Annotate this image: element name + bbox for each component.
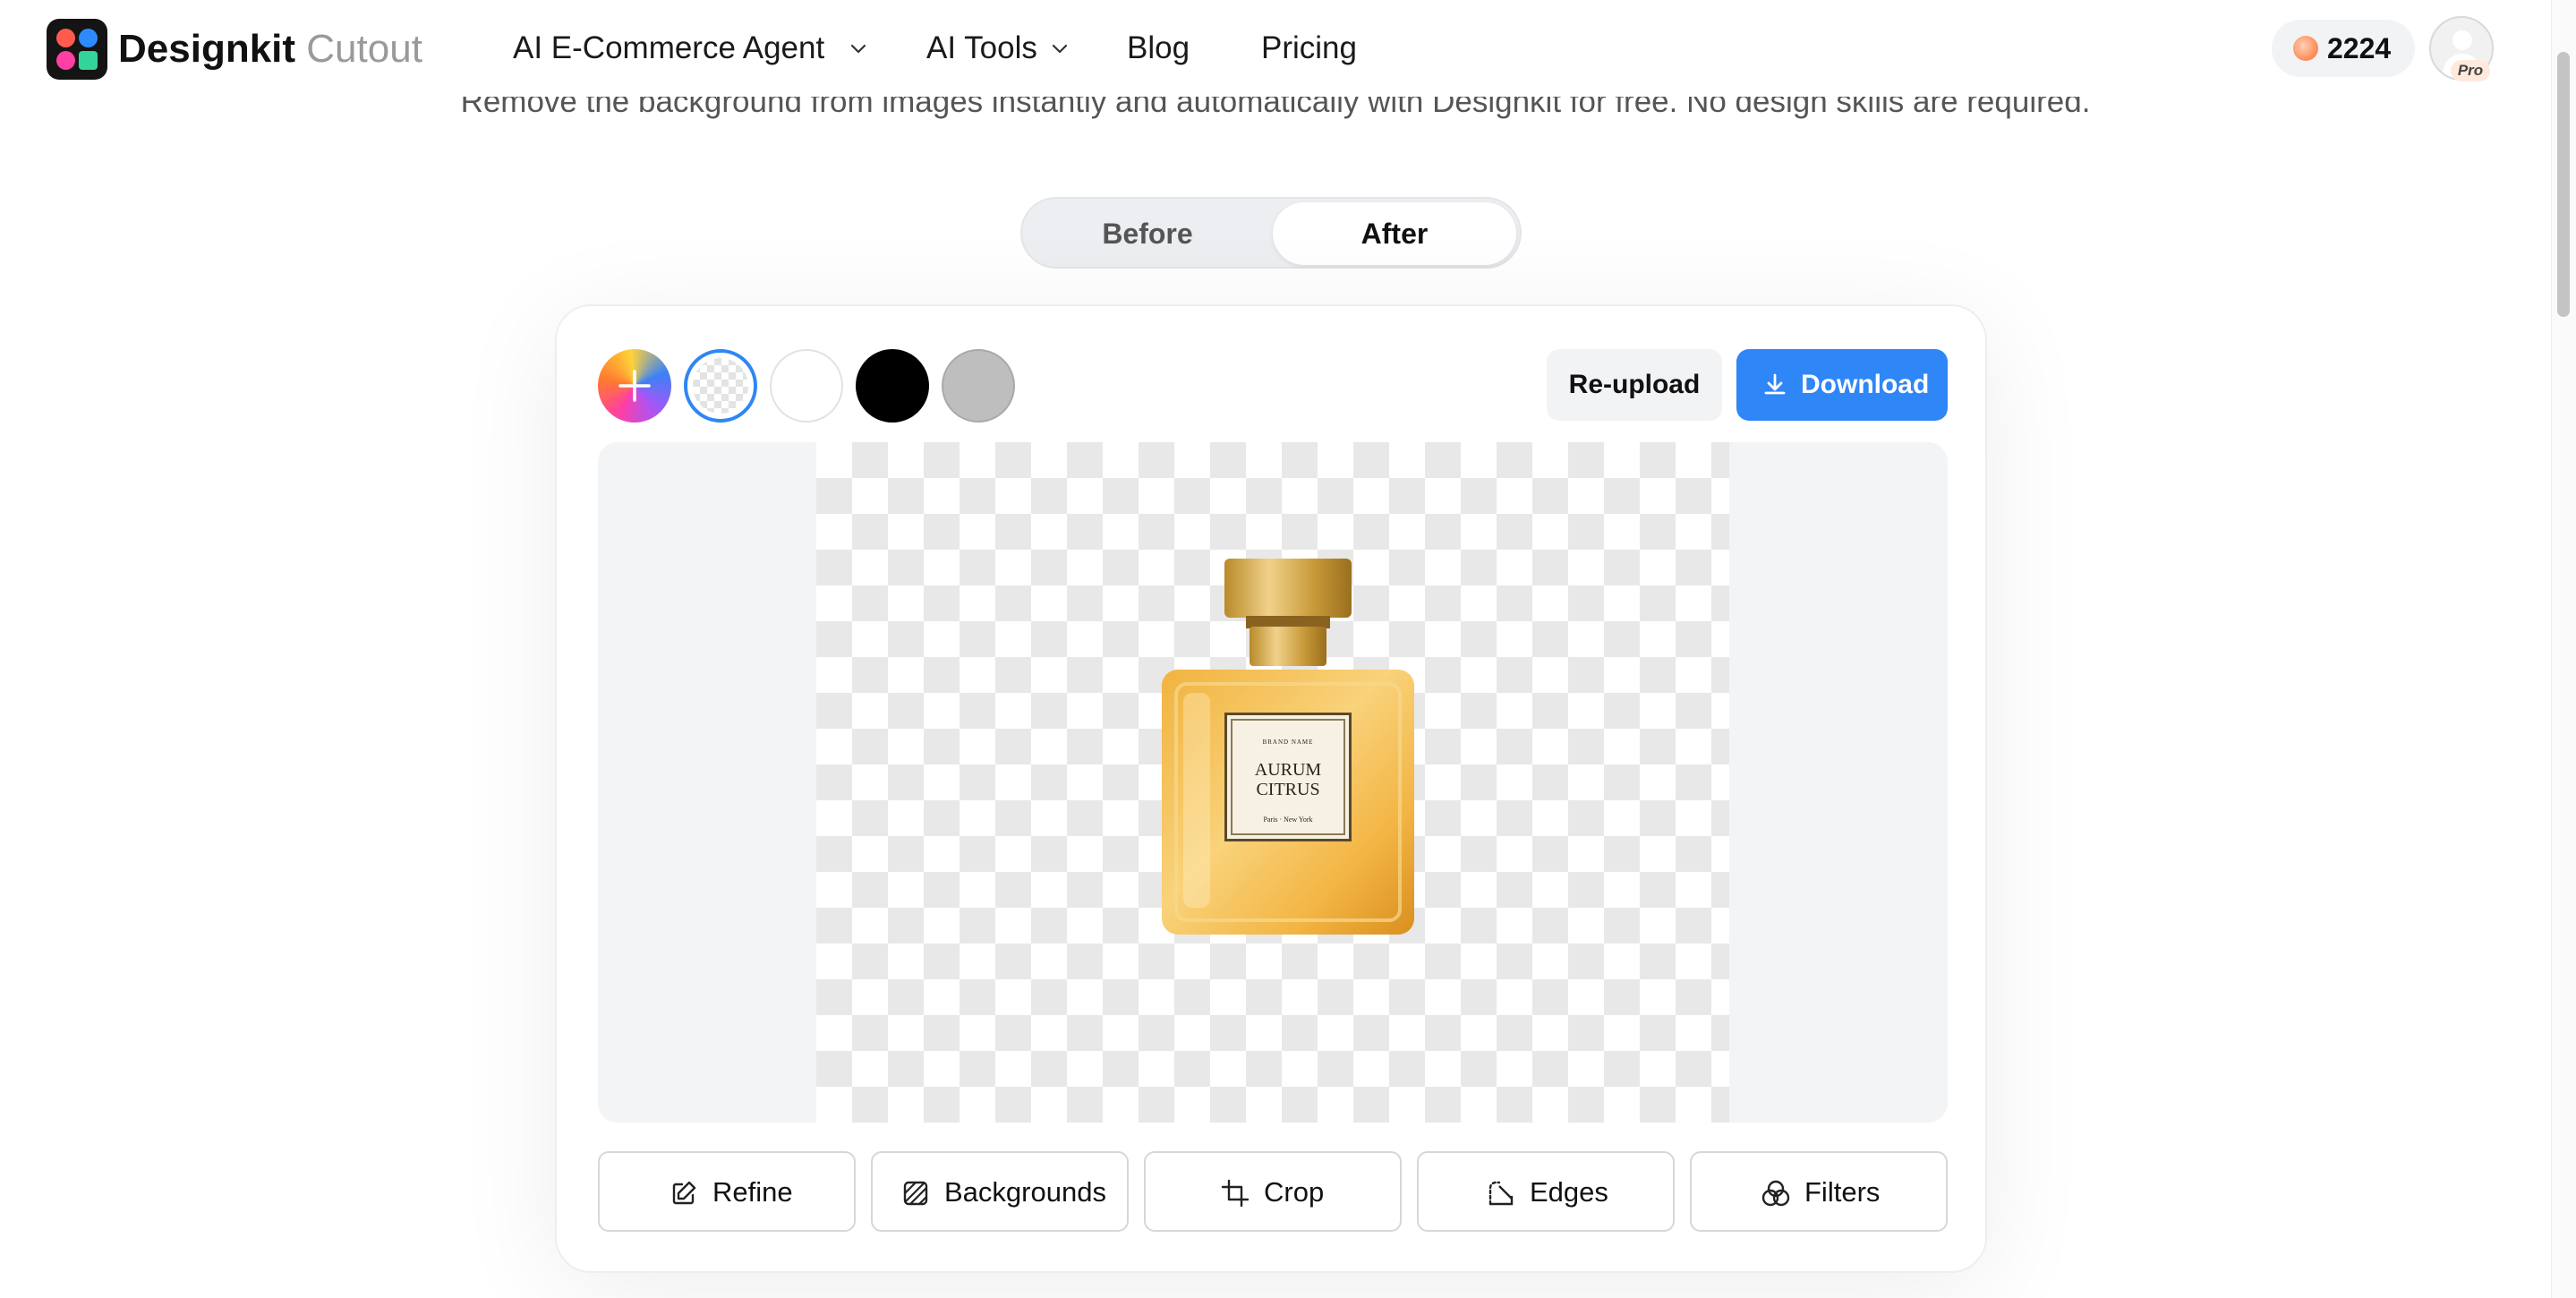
- bottle-label: BRAND NAME AURUM CITRUS Paris · New York: [1224, 713, 1352, 841]
- filters-button[interactable]: Filters: [1690, 1151, 1948, 1232]
- nav-label: Pricing: [1261, 30, 1357, 65]
- crop-icon: [1221, 1179, 1250, 1208]
- download-label: Download: [1801, 370, 1930, 399]
- refine-button[interactable]: Refine: [598, 1151, 856, 1232]
- chevron-down-icon: [1052, 44, 1068, 54]
- download-icon: [1764, 373, 1786, 395]
- credits-badge[interactable]: 2224: [2272, 20, 2415, 77]
- hatch-icon: [903, 1181, 928, 1206]
- edges-label: Edges: [1530, 1176, 1608, 1208]
- filters-label: Filters: [1804, 1176, 1881, 1208]
- nav-ai-ecommerce-agent[interactable]: AI E-Commerce Agent: [513, 30, 866, 66]
- bottle-cities-text: Paris · New York: [1263, 816, 1313, 824]
- add-background-swatch[interactable]: [598, 349, 671, 423]
- nav-pricing[interactable]: Pricing: [1261, 30, 1357, 66]
- pro-badge: Pro: [2451, 60, 2490, 81]
- designkit-logo[interactable]: [47, 19, 107, 80]
- crop-button[interactable]: Crop: [1144, 1151, 1402, 1232]
- credits-count: 2224: [2327, 32, 2392, 64]
- crop-label: Crop: [1264, 1176, 1325, 1208]
- bottle-name-line1: AURUM: [1254, 760, 1322, 780]
- tool-bar: Refine Backgrounds Crop Edges Filters: [598, 1151, 1948, 1232]
- coin-icon: [2293, 36, 2318, 61]
- toggle-after[interactable]: After: [1273, 202, 1516, 265]
- page-scrollbar[interactable]: [2551, 0, 2576, 1298]
- nav-label: AI E-Commerce Agent: [513, 30, 825, 65]
- top-navbar: Designkit Cutout AI E-Commerce Agent AI …: [0, 0, 2551, 97]
- brand-product: Cutout: [306, 27, 422, 71]
- white-swatch[interactable]: [770, 349, 843, 423]
- bottle-brand-text: BRAND NAME: [1262, 739, 1314, 746]
- scrollbar-thumb[interactable]: [2557, 52, 2570, 317]
- reupload-button[interactable]: Re-upload: [1547, 349, 1722, 421]
- transparent-swatch[interactable]: [684, 349, 757, 423]
- perfume-bottle-image: BRAND NAME AURUM CITRUS Paris · New York: [1158, 559, 1418, 935]
- bottle-name-line2: CITRUS: [1256, 780, 1320, 799]
- nav-ai-tools[interactable]: AI Tools: [926, 30, 1068, 66]
- filters-icon: [1761, 1180, 1790, 1207]
- edit-icon: [672, 1181, 696, 1205]
- backgrounds-button[interactable]: Backgrounds: [871, 1151, 1129, 1232]
- edges-icon: [1488, 1181, 1514, 1206]
- gray-swatch[interactable]: [942, 349, 1015, 423]
- brand-name: Designkit: [118, 27, 296, 71]
- chevron-down-icon: [850, 44, 866, 54]
- editor-card: Re-upload Download BRAND NAME AURUM CITR…: [555, 304, 1987, 1273]
- nav-label: Blog: [1127, 30, 1190, 65]
- backgrounds-label: Backgrounds: [944, 1176, 1106, 1208]
- download-button[interactable]: Download: [1736, 349, 1948, 421]
- nav-blog[interactable]: Blog: [1127, 30, 1190, 66]
- refine-label: Refine: [712, 1176, 793, 1208]
- before-after-toggle: Before After: [1020, 197, 1522, 269]
- black-swatch[interactable]: [856, 349, 929, 423]
- image-preview: BRAND NAME AURUM CITRUS Paris · New York: [598, 442, 1948, 1123]
- nav-label: AI Tools: [926, 30, 1037, 65]
- edges-button[interactable]: Edges: [1417, 1151, 1675, 1232]
- brand-title[interactable]: Designkit Cutout: [118, 27, 422, 72]
- toggle-before[interactable]: Before: [1029, 202, 1266, 265]
- plus-icon: [618, 370, 651, 402]
